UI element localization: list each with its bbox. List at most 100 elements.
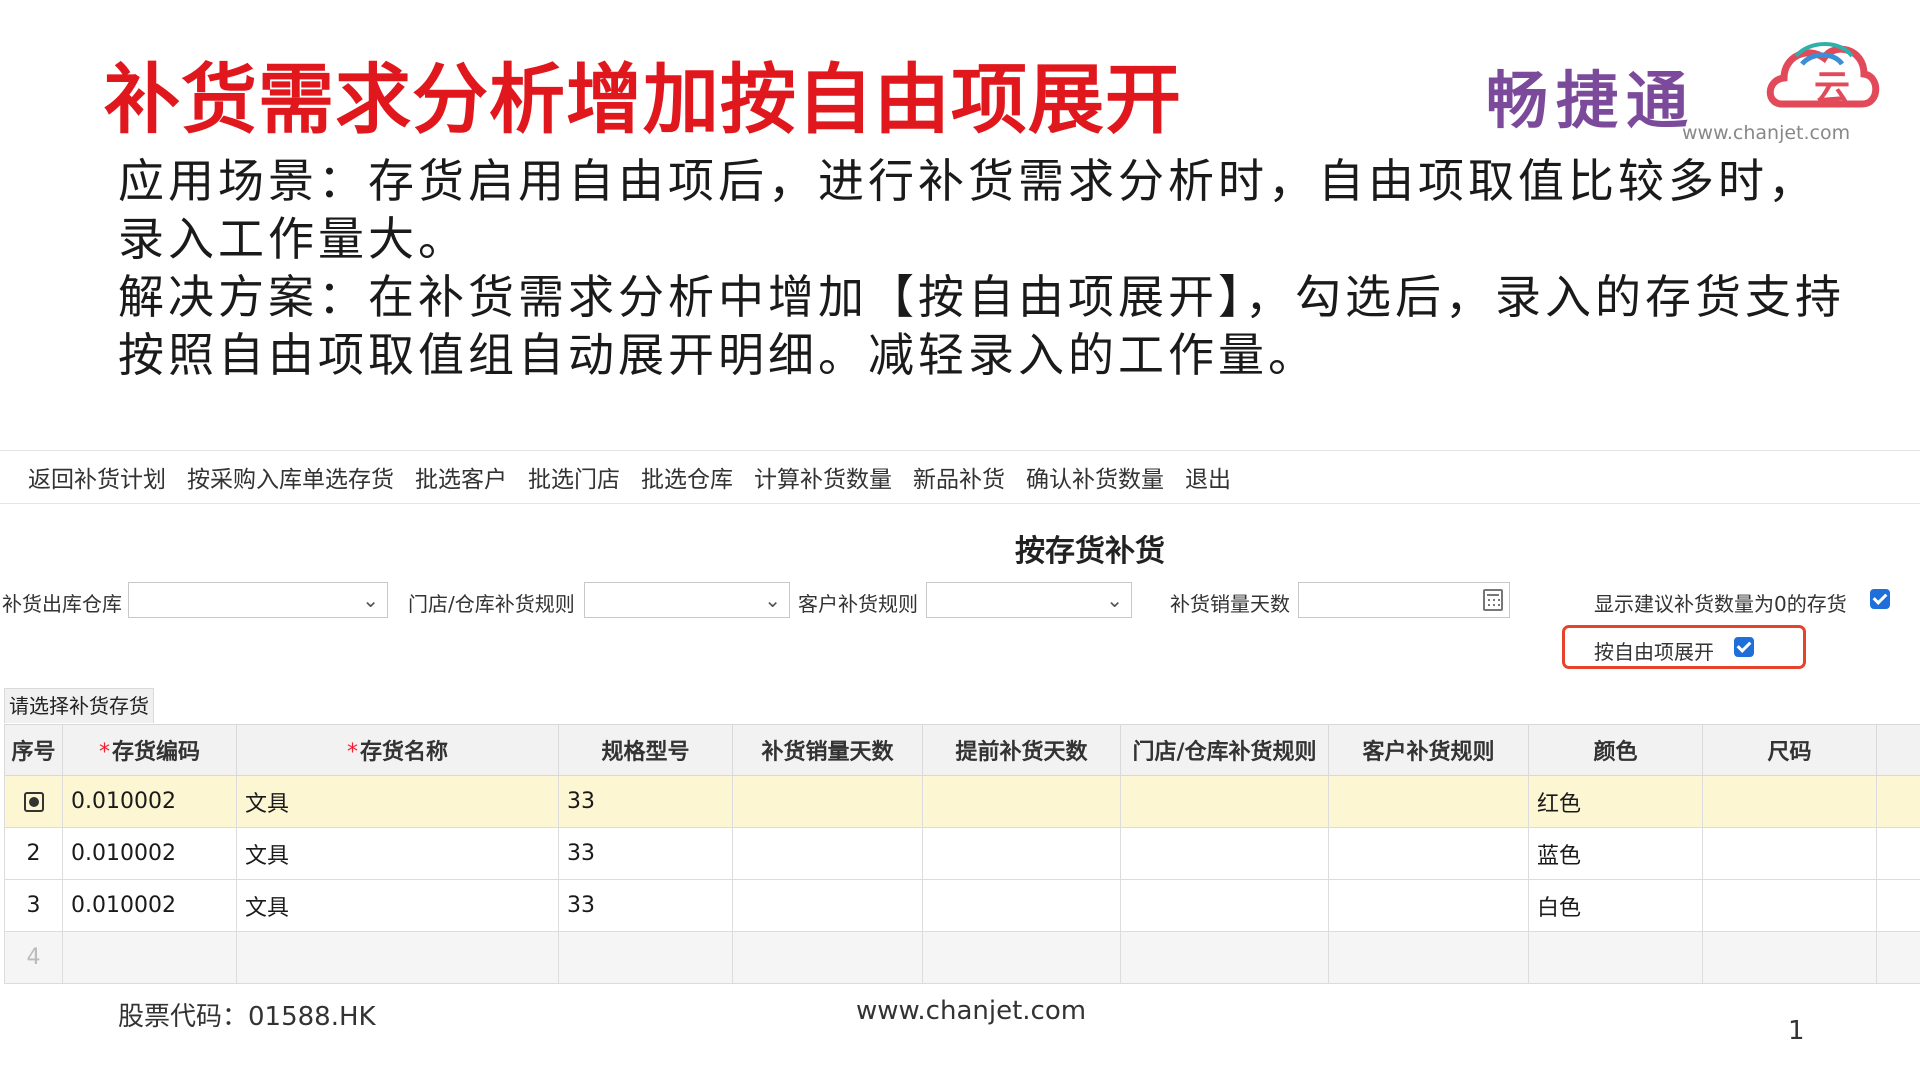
toolbar-confirm-button[interactable]: 确认补货数量 <box>1026 460 1164 494</box>
cell-spec[interactable]: 33 <box>558 879 733 932</box>
cell-index: 2 <box>4 827 63 880</box>
cell-store-rule[interactable] <box>1120 931 1329 984</box>
customer-rule-select[interactable]: ⌄ <box>926 582 1132 618</box>
cell-store-rule[interactable] <box>1120 827 1329 880</box>
brand-name: 畅捷通 <box>1486 64 1697 137</box>
stock-grid: 序号 *存货编码 *存货名称 规格型号 补货销量天数 提前补货天数 门店/仓库补… <box>4 724 1920 984</box>
cell-lead-days[interactable] <box>922 775 1121 828</box>
app-window: 返回补货计划 按采购入库单选存货 批选客户 批选门店 批选仓库 计算补货数量 新… <box>0 450 1920 985</box>
toolbar-new-product-button[interactable]: 新品补货 <box>913 460 1005 494</box>
cloud-logo-icon: 云 <box>1766 42 1880 109</box>
col-header-spec[interactable]: 规格型号 <box>558 724 733 776</box>
warehouse-label: 补货出库仓库 <box>2 592 122 616</box>
col-header-store-rule[interactable]: 门店/仓库补货规则 <box>1120 724 1329 776</box>
cell-sales-days[interactable] <box>732 879 923 932</box>
required-mark: * <box>346 740 358 765</box>
cell-filler <box>1876 775 1920 828</box>
cell-size[interactable] <box>1702 827 1877 880</box>
cell-index: 3 <box>4 879 63 932</box>
cell-name[interactable]: 文具 <box>236 827 559 880</box>
col-header-code[interactable]: *存货编码 <box>62 724 237 776</box>
form-title: 按存货补货 <box>1015 534 1165 569</box>
svg-text:云: 云 <box>1814 68 1850 109</box>
expand-free-checkbox[interactable] <box>1734 637 1754 657</box>
toolbar-return-plan-button[interactable]: 返回补货计划 <box>28 460 166 494</box>
show-zero-label: 显示建议补货数量为0的存货 <box>1594 592 1847 616</box>
calendar-icon[interactable] <box>1483 589 1503 611</box>
toolbar: 返回补货计划 按采购入库单选存货 批选客户 批选门店 批选仓库 计算补货数量 新… <box>0 450 1920 504</box>
col-header-lead-days[interactable]: 提前补货天数 <box>922 724 1121 776</box>
col-header-customer-rule[interactable]: 客户补货规则 <box>1328 724 1529 776</box>
table-row[interactable]: 0.010002 文具 33 红色 <box>4 775 1920 828</box>
col-header-index[interactable]: 序号 <box>4 724 63 776</box>
sales-days-input[interactable] <box>1298 582 1510 618</box>
page-number: 1 <box>1788 1016 1805 1046</box>
col-header-name[interactable]: *存货名称 <box>236 724 559 776</box>
cell-size[interactable] <box>1702 775 1877 828</box>
description: 应用场景：存货启用自由项后，进行补货需求分析时，自由项取值比较多时，录入工作量大… <box>118 152 1858 384</box>
cell-customer-rule[interactable] <box>1328 827 1529 880</box>
cell-code[interactable]: 0.010002 <box>62 827 237 880</box>
cell-spec[interactable]: 33 <box>558 827 733 880</box>
required-mark: * <box>98 740 110 765</box>
cell-spec[interactable]: 33 <box>558 775 733 828</box>
toolbar-batch-customer-button[interactable]: 批选客户 <box>415 460 507 494</box>
cell-lead-days[interactable] <box>922 827 1121 880</box>
cell-store-rule[interactable] <box>1120 879 1329 932</box>
table-row[interactable]: 4 <box>4 931 1920 984</box>
col-header-sales-days[interactable]: 补货销量天数 <box>732 724 923 776</box>
toolbar-batch-warehouse-button[interactable]: 批选仓库 <box>641 460 733 494</box>
desc-scenario: 应用场景：存货启用自由项后，进行补货需求分析时，自由项取值比较多时，录入工作量大… <box>118 154 1818 266</box>
cell-customer-rule[interactable] <box>1328 931 1529 984</box>
cell-filler <box>1876 827 1920 880</box>
cell-size[interactable] <box>1702 879 1877 932</box>
cell-size[interactable] <box>1702 931 1877 984</box>
cell-color[interactable]: 蓝色 <box>1528 827 1703 880</box>
table-row[interactable]: 2 0.010002 文具 33 蓝色 <box>4 827 1920 880</box>
slide-title: 补货需求分析增加按自由项展开 <box>104 55 1182 144</box>
warehouse-select[interactable]: ⌄ <box>128 582 388 618</box>
col-header-size[interactable]: 尺码 <box>1702 724 1877 776</box>
cell-store-rule[interactable] <box>1120 775 1329 828</box>
toolbar-select-by-receipt-button[interactable]: 按采购入库单选存货 <box>187 460 394 494</box>
chevron-down-icon: ⌄ <box>764 588 781 612</box>
cell-color[interactable]: 白色 <box>1528 879 1703 932</box>
customer-rule-label: 客户补货规则 <box>798 592 918 616</box>
toolbar-calculate-button[interactable]: 计算补货数量 <box>754 460 892 494</box>
brand-url: www.chanjet.com <box>1682 122 1851 144</box>
chevron-down-icon: ⌄ <box>1106 588 1123 612</box>
col-header-color[interactable]: 颜色 <box>1528 724 1703 776</box>
cell-name[interactable] <box>236 931 559 984</box>
cell-name[interactable]: 文具 <box>236 775 559 828</box>
chevron-down-icon: ⌄ <box>362 588 379 612</box>
cell-filler <box>1876 879 1920 932</box>
cell-customer-rule[interactable] <box>1328 879 1529 932</box>
store-rule-label: 门店/仓库补货规则 <box>408 592 575 616</box>
sales-days-label: 补货销量天数 <box>1170 592 1290 616</box>
cell-color[interactable]: 红色 <box>1528 775 1703 828</box>
cell-spec[interactable] <box>558 931 733 984</box>
cell-name[interactable]: 文具 <box>236 879 559 932</box>
cell-lead-days[interactable] <box>922 879 1121 932</box>
cell-code[interactable] <box>62 931 237 984</box>
cell-code[interactable]: 0.010002 <box>62 879 237 932</box>
cell-color[interactable] <box>1528 931 1703 984</box>
row-settings-cell[interactable] <box>4 775 63 828</box>
select-stock-tab[interactable]: 请选择补货存货 <box>4 688 154 723</box>
brand-logo: 畅捷通 云 www.chanjet.com <box>1486 34 1886 154</box>
cell-filler <box>1876 931 1920 984</box>
settings-icon[interactable] <box>23 792 44 812</box>
footer-url: www.chanjet.com <box>856 996 1087 1026</box>
cell-sales-days[interactable] <box>732 827 923 880</box>
cell-code[interactable]: 0.010002 <box>62 775 237 828</box>
store-rule-select[interactable]: ⌄ <box>584 582 790 618</box>
toolbar-exit-button[interactable]: 退出 <box>1185 460 1231 494</box>
cell-lead-days[interactable] <box>922 931 1121 984</box>
table-row[interactable]: 3 0.010002 文具 33 白色 <box>4 879 1920 932</box>
cell-customer-rule[interactable] <box>1328 775 1529 828</box>
cell-sales-days[interactable] <box>732 775 923 828</box>
cell-index: 4 <box>4 931 63 984</box>
show-zero-checkbox[interactable] <box>1870 589 1890 609</box>
cell-sales-days[interactable] <box>732 931 923 984</box>
toolbar-batch-store-button[interactable]: 批选门店 <box>528 460 620 494</box>
